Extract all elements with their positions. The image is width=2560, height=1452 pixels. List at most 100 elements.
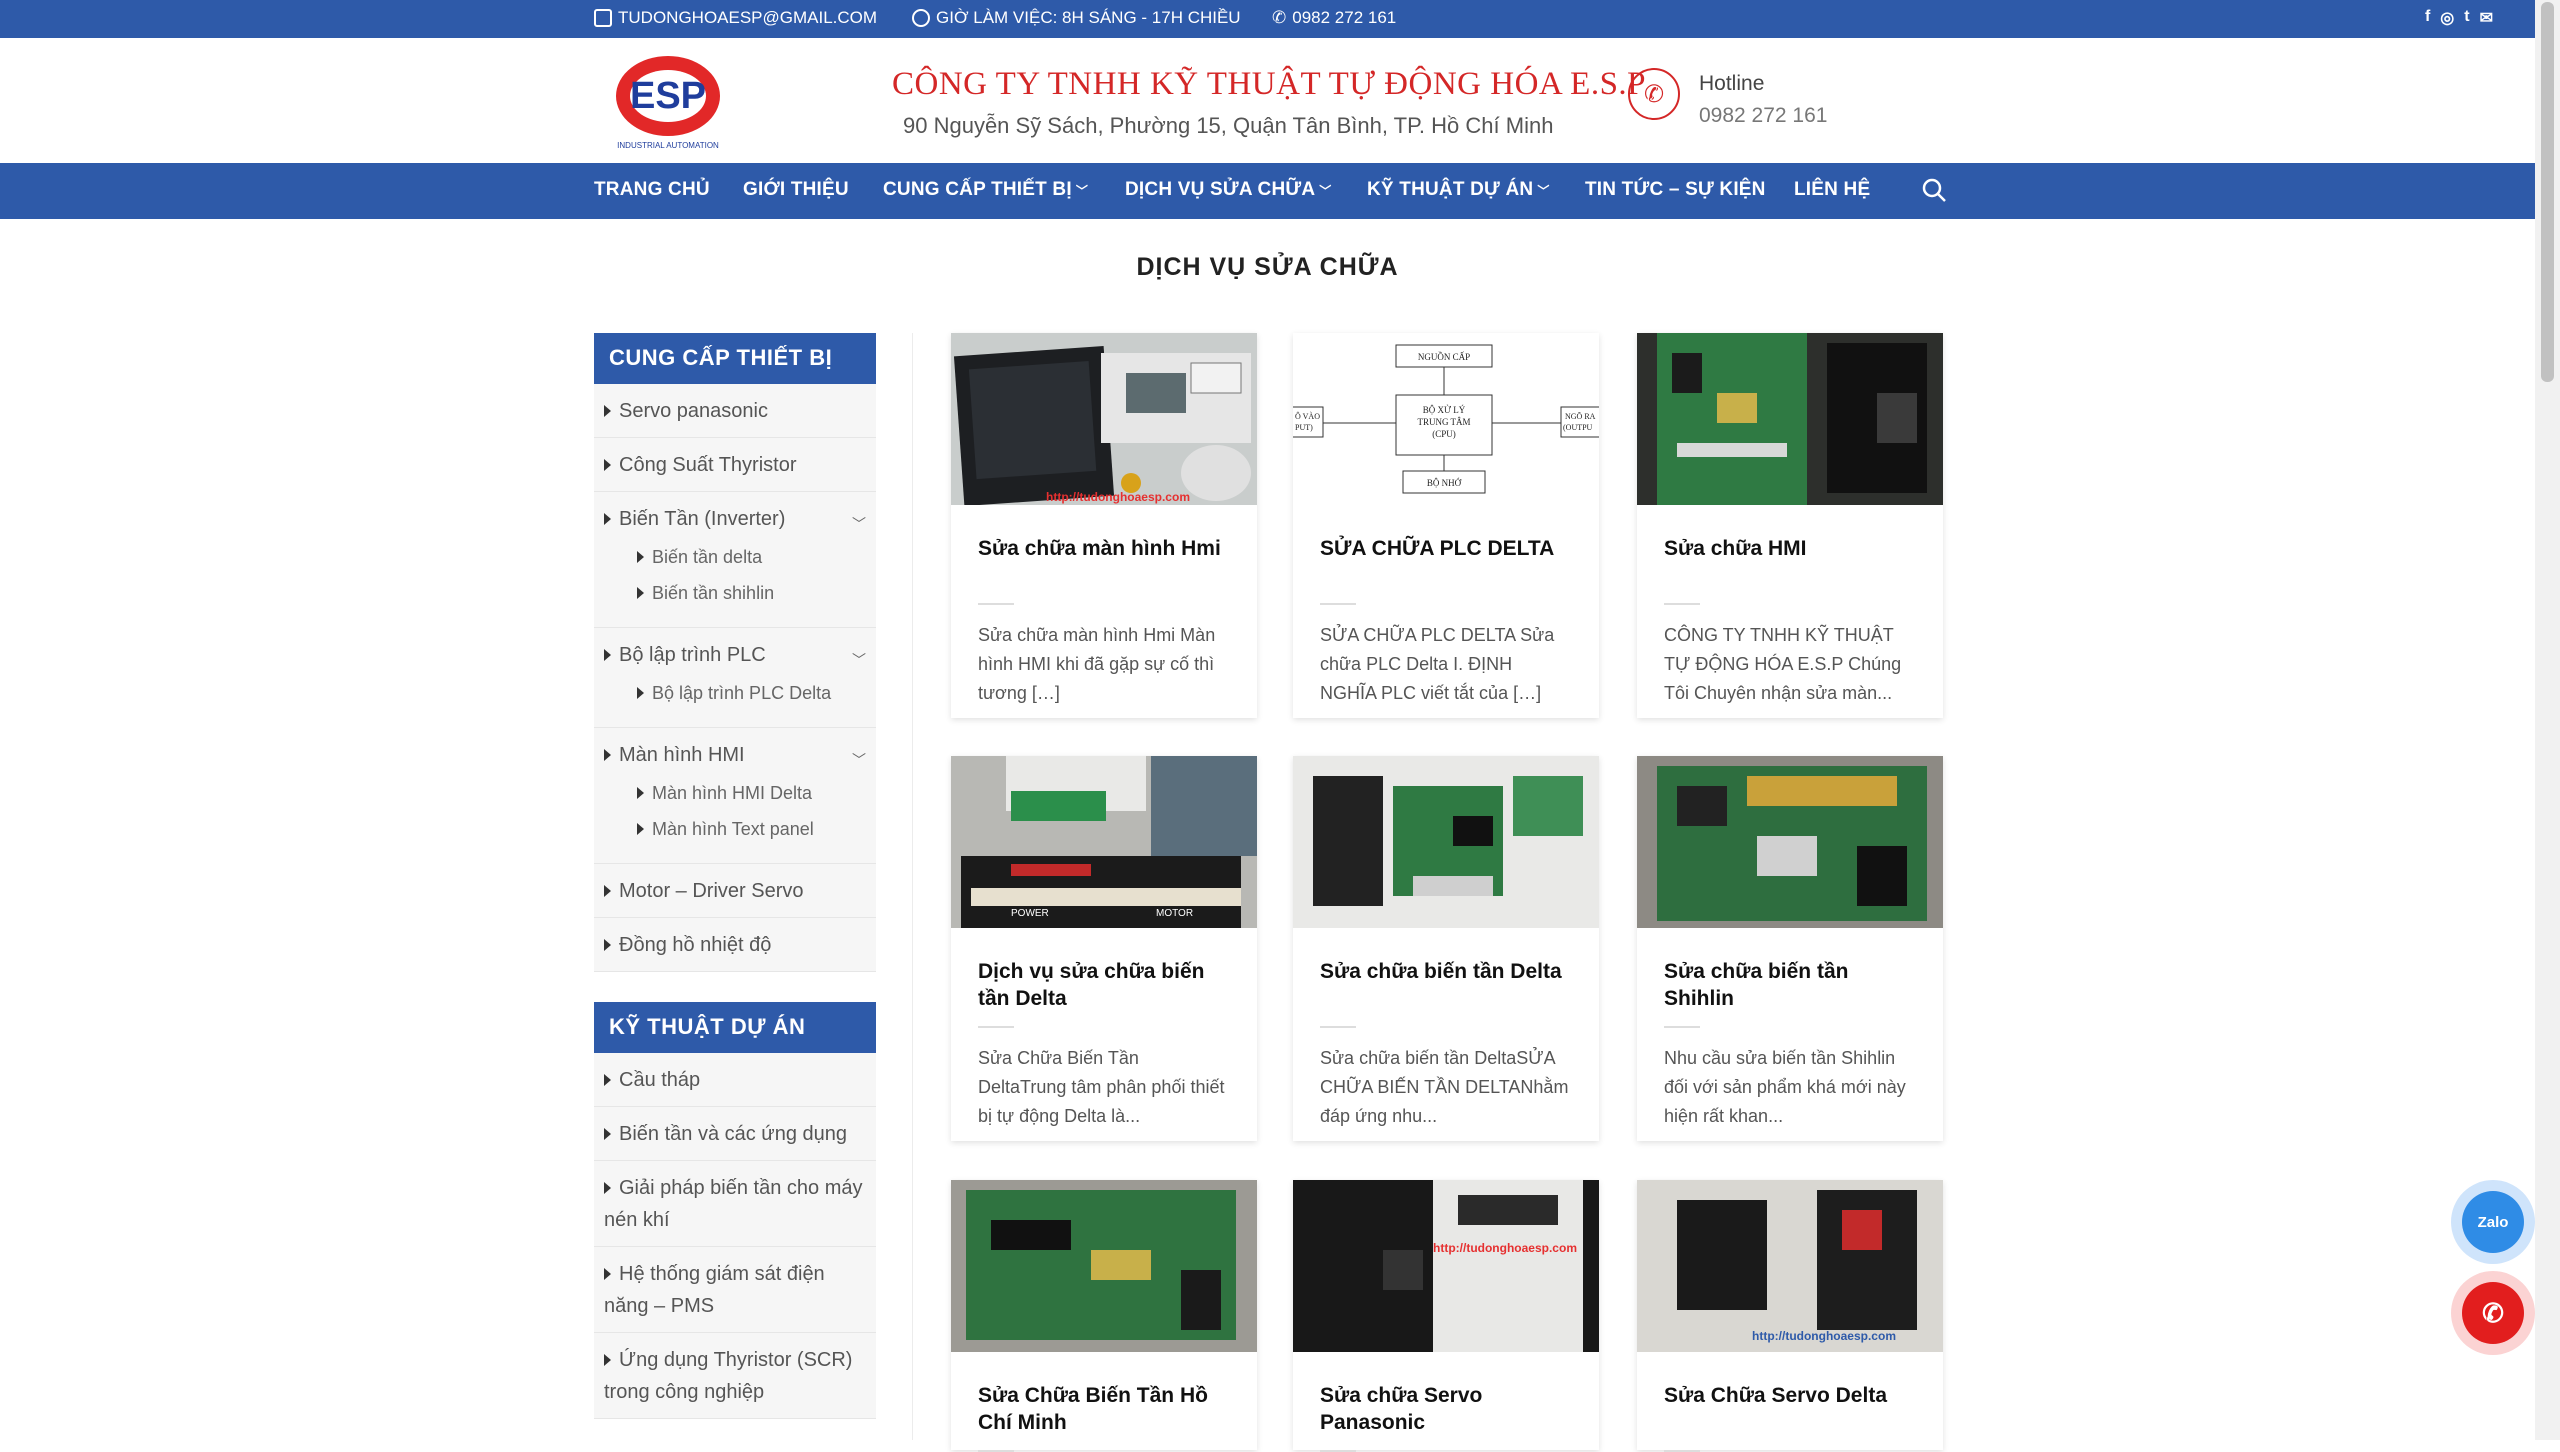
sidebar-item-project[interactable]: Giải pháp biến tần cho máy nén khí [594,1161,876,1247]
nav-contact-label: LIÊN HỆ [1794,179,1871,200]
chevron-down-icon: ﹀ [1075,184,1089,198]
sidebar-item-hmi[interactable]: Màn hình HMI ﹀ Màn hình HMI Delta Màn hìn… [594,728,876,864]
sidebar-item-label: Cầu tháp [619,1069,701,1091]
search-icon[interactable] [1921,177,1947,203]
title-divider [978,1026,1014,1028]
call-button[interactable]: ✆ [2451,1271,2535,1355]
post-card[interactable]: Sửa chữa biến tần Delta Sửa chữa biến tầ… [1293,756,1599,1141]
sidebar-item-plc[interactable]: Bộ lập trình PLC ﹀ Bộ lập trình PLC Delta [594,628,876,728]
caret-right-icon [637,823,644,836]
top-bar: TUDONGHOAESP@GMAIL.COM GIỜ LÀM VIỆC: 8H … [0,0,2535,38]
topbar-email[interactable]: TUDONGHOAESP@GMAIL.COM [594,8,877,28]
sidebar-sublist: Biến tần delta Biến tần shihlin [604,535,866,617]
scrollbar[interactable] [2535,0,2560,1440]
post-thumbnail[interactable]: http://tudonghoaesp.com [1637,1180,1943,1352]
diagram-cpu-2: TRUNG TÂM [1417,417,1470,427]
company-logo[interactable]: ESP INDUSTRIAL AUTOMATION [612,48,724,152]
sidebar-projects-list: Cầu tháp Biến tần và các ứng dụng Giải p… [594,1053,876,1419]
sidebar-item-label: Đồng hồ nhiệt độ [619,934,772,956]
sidebar-sublist: Màn hình HMI Delta Màn hình Text panel [604,771,866,853]
post-thumbnail[interactable]: NGUỒN CẤP BỘ XỬ LÝ TRUNG TÂM (CPU) BỘ NH… [1293,333,1599,505]
instagram-icon[interactable]: ◎ [2440,8,2454,28]
post-thumbnail[interactable] [1293,756,1599,928]
post-card[interactable]: http://tudonghoaesp.com Sửa Chữa Servo D… [1637,1180,1943,1452]
hotline-number[interactable]: 0982 272 161 [1699,104,1827,128]
chevron-down-icon[interactable]: ﹀ [852,508,866,540]
zalo-button[interactable]: Zalo [2451,1180,2535,1264]
nav-projects[interactable]: KỸ THUẬT DỰ ÁN ﹀ [1367,179,1550,201]
sidebar-item-motor[interactable]: Motor – Driver Servo [594,864,876,918]
sidebar-item-inverter[interactable]: Biến Tần (Inverter) ﹀ Biến tần delta Biến… [594,492,876,628]
nav-home[interactable]: TRANG CHỦ [594,179,710,201]
sidebar-item-project[interactable]: Cầu tháp [594,1053,876,1107]
post-card[interactable]: Sửa chữa biến tần Shihlin Nhu cầu sửa bi… [1637,756,1943,1141]
nav-news[interactable]: TIN TỨC – SỰ KIỆN [1585,179,1766,201]
scrollbar-thumb[interactable] [2541,2,2554,382]
post-excerpt: SỬA CHỮA PLC DELTA Sửa chữa PLC Delta I.… [1320,625,1555,703]
nav-equipment[interactable]: CUNG CẤP THIẾT BỊ ﹀ [883,179,1088,201]
sidebar-subitem[interactable]: Bộ lập trình PLC Delta [637,675,856,711]
post-thumbnail[interactable]: POWER MOTOR [951,756,1257,928]
post-thumbnail[interactable] [1637,333,1943,505]
post-thumbnail[interactable] [1637,756,1943,928]
phone-icon: ✆ [2462,1282,2524,1344]
post-card[interactable]: http://tudonghoaesp.com Sửa chữa Servo P… [1293,1180,1599,1452]
caret-right-icon [637,551,644,564]
post-title[interactable]: Sửa chữa màn hình Hmi [951,535,1257,589]
sidebar-item-label: Bộ lập trình PLC [619,644,766,666]
post-thumbnail[interactable]: http://tudonghoaesp.com [1293,1180,1599,1352]
post-card[interactable]: Sửa Chữa Biến Tần Hồ Chí Minh [951,1180,1257,1452]
sidebar-item-thyristor[interactable]: Công Suất Thyristor [594,438,876,492]
sidebar-item-project[interactable]: Biến tần và các ứng dụng [594,1107,876,1161]
post-title[interactable]: Sửa chữa biến tần Shihlin [1637,958,1943,1012]
post-excerpt: CÔNG TY TNHH KỸ THUẬT TỰ ĐỘNG HÓA E.S.P … [1664,625,1902,703]
diagram-memory: BỘ NHỚ [1427,478,1462,488]
sidebar-item-label: Biến Tần (Inverter) [619,508,786,530]
post-thumbnail[interactable] [951,1180,1257,1352]
post-card[interactable]: NGUỒN CẤP BỘ XỬ LÝ TRUNG TÂM (CPU) BỘ NH… [1293,333,1599,718]
twitter-icon[interactable]: t [2464,8,2469,28]
topbar-hours: GIỜ LÀM VIỆC: 8H SÁNG - 17H CHIỀU [912,8,1241,28]
watermark-text: http://tudonghoaesp.com [1433,1241,1577,1255]
label-power: POWER [1011,908,1049,919]
facebook-icon[interactable]: f [2425,8,2430,28]
nav-contact[interactable]: LIÊN HỆ [1794,179,1870,201]
company-address: 90 Nguyễn Sỹ Sách, Phường 15, Quận Tân B… [903,113,1554,138]
sidebar-item-label: Biến tần và các ứng dụng [619,1123,847,1145]
post-card[interactable]: http://tudonghoaesp.com Sửa chữa màn hìn… [951,333,1257,718]
caret-right-icon [637,787,644,800]
nav-about[interactable]: GIỚI THIỆU [743,179,849,201]
sidebar-item-label: Motor – Driver Servo [619,880,804,902]
post-title[interactable]: Sửa chữa Servo Panasonic [1293,1382,1599,1436]
post-thumbnail[interactable]: http://tudonghoaesp.com [951,333,1257,505]
sidebar-subitem[interactable]: Biến tần shihlin [637,575,856,611]
sidebar-item-temperature[interactable]: Đồng hồ nhiệt độ [594,918,876,972]
diagram-input-2: PUT) [1295,423,1313,432]
chevron-down-icon[interactable]: ﹀ [852,644,866,676]
post-card[interactable]: POWER MOTOR Dịch vụ sửa chữa biến tần De… [951,756,1257,1141]
sidebar-item-project[interactable]: Ứng dụng Thyristor (SCR) trong công nghi… [594,1333,876,1419]
chevron-down-icon[interactable]: ﹀ [852,744,866,776]
sidebar-item-label: Hệ thống giám sát điện năng – PMS [604,1263,825,1317]
post-title[interactable]: Dịch vụ sửa chữa biến tần Delta [951,958,1257,1012]
diagram-power: NGUỒN CẤP [1418,352,1470,362]
sidebar-item-label: Màn hình HMI [619,744,745,766]
caret-right-icon [604,1267,611,1280]
topbar-phone[interactable]: ✆ 0982 272 161 [1272,8,1396,28]
sidebar-subitem[interactable]: Màn hình Text panel [637,811,856,847]
sidebar-item-project[interactable]: Hệ thống giám sát điện năng – PMS [594,1247,876,1333]
company-name: CÔNG TY TNHH KỸ THUẬT TỰ ĐỘNG HÓA E.S.P [892,66,1647,102]
nav-repair[interactable]: DỊCH VỤ SỬA CHỮA ﹀ [1125,179,1331,201]
post-title[interactable]: Sửa chữa HMI [1637,535,1943,589]
post-title[interactable]: Sửa Chữa Servo Delta [1637,1382,1943,1436]
main-nav: TRANG CHỦ GIỚI THIỆU CUNG CẤP THIẾT BỊ ﹀ … [0,163,2535,219]
sidebar-subitem[interactable]: Màn hình HMI Delta [637,775,856,811]
email-icon[interactable]: ✉ [2480,8,2493,28]
post-title[interactable]: Sửa chữa biến tần Delta [1293,958,1599,1012]
sidebar-item-servo[interactable]: Servo panasonic [594,384,876,438]
post-title[interactable]: Sửa Chữa Biến Tần Hồ Chí Minh [951,1382,1257,1436]
post-title[interactable]: SỬA CHỮA PLC DELTA [1293,535,1599,589]
sidebar-subitem[interactable]: Biến tần delta [637,539,856,575]
post-card[interactable]: Sửa chữa HMI CÔNG TY TNHH KỸ THUẬT TỰ ĐỘ… [1637,333,1943,718]
hotline-phone-icon[interactable]: ✆ [1628,68,1680,120]
